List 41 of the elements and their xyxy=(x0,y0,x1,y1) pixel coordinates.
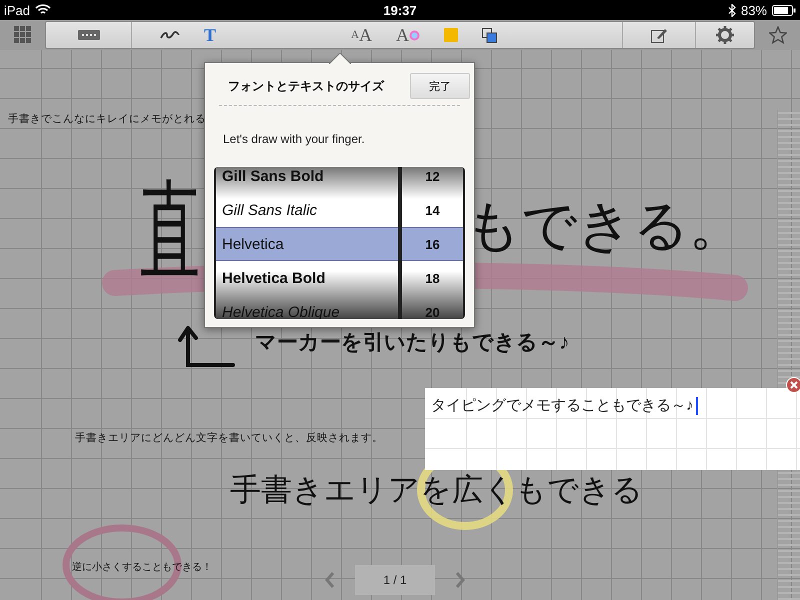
text-box[interactable]: タイピングでメモすることもできる～♪ xyxy=(425,388,800,470)
close-icon[interactable] xyxy=(786,377,800,393)
device-name: iPad xyxy=(4,2,30,18)
done-button[interactable]: 完了 xyxy=(410,73,470,99)
size-option[interactable]: 14 xyxy=(402,193,463,227)
bluetooth-icon xyxy=(728,4,736,16)
settings-icon xyxy=(716,26,734,44)
text-cursor xyxy=(696,396,698,414)
handwritten-note: 手書きエリアを広くもできる xyxy=(230,474,643,505)
grid-menu-icon[interactable] xyxy=(14,26,32,44)
text-color-button[interactable]: A xyxy=(384,22,432,48)
hook-arrow xyxy=(178,326,235,367)
handwritten-note: 逆に小さくすることもできる！ xyxy=(72,563,212,573)
size-option[interactable]: 12 xyxy=(402,167,463,193)
layers-icon xyxy=(482,28,497,42)
clock: 19:37 xyxy=(383,2,417,18)
typed-text: タイピングでメモすることもできる～♪ xyxy=(431,396,694,415)
battery-icon xyxy=(772,4,796,16)
size-option[interactable]: 18 xyxy=(402,261,463,295)
font-option[interactable]: Gill Sans Bold xyxy=(216,167,398,193)
handwritten-note: もできる。 xyxy=(465,198,744,253)
font-size-button[interactable]: AA xyxy=(339,22,384,48)
handwritten-note: 直 xyxy=(140,178,200,286)
sticky-note-icon xyxy=(444,28,458,42)
keyboard-icon xyxy=(78,30,100,40)
font-option[interactable]: Gill Sans Italic xyxy=(216,193,398,227)
battery-percent: 83% xyxy=(740,2,767,18)
handwritten-note: 手書きでこんなにキレイにメモがとれる xyxy=(8,114,206,124)
size-option[interactable]: 16 xyxy=(402,227,463,261)
star-icon[interactable] xyxy=(768,26,786,44)
handwritten-note: 手書きエリアにどんどん文字を書いていくと、反映されます。 xyxy=(75,433,383,444)
handwritten-note: マーカーを引いたりもできる～♪ xyxy=(255,332,570,353)
squiggle-icon xyxy=(160,30,180,40)
popover-title: フォントとテキストのサイズ xyxy=(228,78,384,94)
page-indicator: 1 / 1 xyxy=(355,565,435,595)
font-option[interactable]: Helvetica Bold xyxy=(216,261,398,295)
color-wheel-icon xyxy=(408,30,420,40)
edit-icon xyxy=(651,28,667,42)
font-option[interactable]: Helvetica xyxy=(216,227,398,261)
wifi-icon xyxy=(35,4,52,16)
preview-text: Let's draw with your finger. xyxy=(222,131,366,148)
